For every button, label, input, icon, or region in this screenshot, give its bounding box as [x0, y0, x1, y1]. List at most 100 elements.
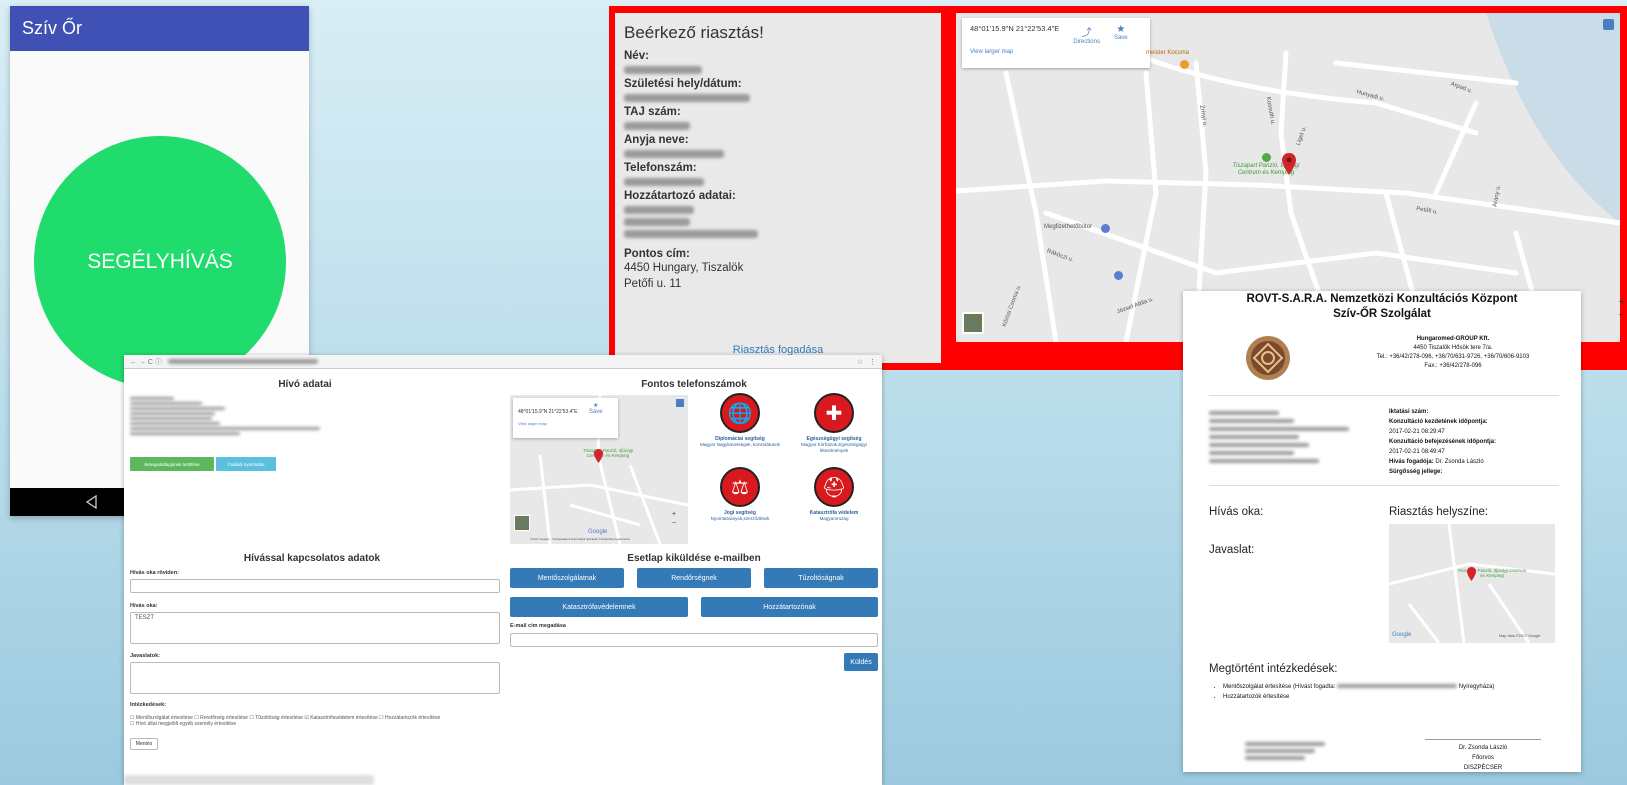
nav-icons[interactable]: ← → C ⓘ — [130, 357, 162, 367]
report-title-1: ROVT-S.A.R.A. Nemzetközi Konzultációs Kö… — [1246, 293, 1518, 305]
bookmark-star-icon[interactable]: ☆ — [857, 358, 863, 366]
app-title: Szív Őr — [22, 18, 83, 38]
start-value: 2017-02-21 08:29:47 — [1389, 429, 1445, 435]
zoom-controls[interactable]: + − — [1617, 296, 1627, 322]
suggestions-label: Javaslatok: — [130, 653, 160, 659]
satellite-toggle[interactable] — [514, 515, 530, 531]
email-relative-button[interactable]: Hozzátartozónak — [701, 597, 878, 617]
dispatcher-browser-window: ← → C ⓘ ☆ ⋮ Hívó adatai Betegadatlapjána… — [124, 355, 882, 785]
menu-icon[interactable]: ⋮ — [869, 358, 876, 366]
mother-label: Anyja neve: — [624, 134, 689, 146]
map-info-card: 48°01'15.9"N 21°22'53.4"E ⤴ Directions ★ S… — [962, 18, 1150, 68]
zoom-out-icon[interactable]: − — [672, 519, 676, 528]
name-label: Név: — [624, 50, 649, 62]
redacted-line — [1209, 411, 1279, 415]
report-title-2: Szív-ŐR Szolgálat — [1333, 308, 1431, 320]
zoom-controls[interactable]: + − — [672, 510, 676, 528]
lodging-poi-icon[interactable] — [1262, 153, 1271, 162]
taj-label: TAJ szám: — [624, 106, 681, 118]
poi-panzio[interactable]: Tiszapart Panzió, Ifjúsági Centrum és Ke… — [1221, 163, 1311, 177]
reason-label: Hívás oka: — [130, 603, 158, 609]
redacted-birth — [624, 94, 750, 102]
relatives-checkbox[interactable]: ☐ Hozzátartozók értesítése — [379, 715, 440, 721]
redacted-line — [1209, 427, 1349, 431]
disaster-checkbox[interactable]: ☑ Katasztrófavédelem értesítése — [304, 715, 377, 721]
pegman-icon[interactable] — [1603, 19, 1614, 30]
medical-help-link[interactable]: ✚ Egészségügyi segítség Magyar Kórházak,… — [792, 393, 876, 454]
redacted-line — [1209, 451, 1294, 455]
map-coordinates: 48°01'15.9"N 21°22'53.4"E — [970, 24, 1060, 33]
save-button[interactable]: ★ Save — [1114, 24, 1128, 41]
view-larger-map-link[interactable]: View larger map — [970, 49, 1142, 55]
other-person-checkbox[interactable]: ☐ Hívó által megjelölt egyéb személy ért… — [130, 721, 236, 727]
location-pin-icon[interactable] — [594, 449, 603, 463]
poi-kocsma[interactable]: meister Kocsma — [1146, 50, 1189, 56]
shop-poi-icon[interactable] — [1101, 224, 1110, 233]
company-fax: Fax.: +36/42/278-096 — [1424, 363, 1482, 369]
alarm-heading: Beérkező riasztás! — [624, 23, 764, 42]
medical-cross-icon: ✚ — [814, 393, 854, 433]
redacted-receiver — [1337, 684, 1458, 688]
zoom-in-icon[interactable]: + — [672, 510, 676, 519]
save-form-button[interactable]: Mentés — [130, 738, 158, 750]
save-button[interactable]: ★ Save — [589, 402, 603, 415]
service-subtitle: Magyarország — [819, 516, 849, 521]
disaster-protection-link[interactable]: ⛑ Katasztrófa védelem Magyarország — [792, 467, 876, 522]
redacted-phone — [624, 178, 704, 186]
signer-name: Dr. Zsonda László — [1458, 745, 1508, 751]
fire-checkbox[interactable]: ☐ Tűzoltóság értesítése — [249, 715, 303, 721]
signature-block: Dr. Zsonda László Főorvos DISZPÉCSER — [1425, 739, 1541, 772]
family-print-button[interactable]: Családi nyomtatás — [216, 457, 276, 471]
map-data-credit: Map data ©2017 Google — [1499, 634, 1541, 638]
caller-data-list — [130, 395, 320, 437]
directions-icon: ⤴ — [1081, 28, 1092, 39]
redacted-line — [1245, 742, 1325, 746]
email-ambulance-button[interactable]: Mentőszolgálatnak — [510, 568, 624, 588]
email-input[interactable] — [510, 633, 878, 647]
suggestions-textarea[interactable] — [130, 662, 500, 694]
redacted-relative-3 — [624, 230, 758, 238]
map-streets — [1389, 524, 1555, 643]
suggestion-heading: Javaslat: — [1209, 544, 1255, 556]
back-icon[interactable] — [85, 495, 99, 509]
call-data-title: Hívással kapcsolatos adatok — [243, 553, 381, 564]
directions-button[interactable]: ⤴ Directions — [1073, 24, 1100, 45]
view-larger-map-link[interactable]: View larger map — [518, 421, 613, 426]
poi-megfizet[interactable]: Megfizethetőbútor — [1044, 224, 1092, 230]
legal-help-link[interactable]: ⚖ Jogi segítség Nyomtatványok,szerződése… — [698, 467, 782, 522]
email-disaster-button[interactable]: Katasztrófavédelemnek — [510, 597, 688, 617]
company-block: Hungaromed-GROUP Kft. 4450 Tiszalök Hősö… — [1333, 335, 1573, 371]
download-patient-sheet-button[interactable]: Betegadatlapjának letöltése — [130, 457, 214, 471]
pegman-icon[interactable] — [676, 399, 684, 407]
poi-panzio[interactable]: Tiszapart Panzió, Ifjúsági Centrum és Ke… — [578, 448, 638, 458]
measure-item: Hozzátartozók értesítése — [1223, 692, 1563, 702]
reason-short-input[interactable] — [130, 579, 500, 593]
send-button[interactable]: Küldés — [844, 653, 878, 671]
email-police-button[interactable]: Rendőrségnek — [637, 568, 751, 588]
redacted-caller-line — [130, 397, 174, 400]
receiver-value: Dr. Zsonda László — [1435, 459, 1484, 465]
location-pin-icon[interactable] — [1282, 153, 1296, 175]
measures-list: Mentőszolgálat értesítése (Hívást fogadt… — [1223, 682, 1563, 702]
redacted-taj — [624, 122, 690, 130]
dispatcher-map[interactable]: 48°01'15.9"N 21°22'53.4"E ★ Save View lar… — [510, 395, 688, 544]
zoom-out-icon[interactable]: − — [1617, 309, 1627, 322]
consultation-report: ROVT-S.A.R.A. Nemzetközi Konzultációs Kö… — [1183, 291, 1581, 772]
birth-label: Születési hely/dátum: — [624, 78, 742, 90]
scales-icon: ⚖ — [720, 467, 760, 507]
satellite-toggle[interactable] — [962, 312, 984, 334]
redacted-line — [1245, 749, 1315, 753]
redacted-bottom-bar — [124, 775, 374, 785]
food-poi-icon[interactable] — [1180, 60, 1189, 69]
zoom-in-icon[interactable]: + — [1617, 296, 1627, 309]
email-fire-button[interactable]: Tűzoltóságnak — [764, 568, 878, 588]
browser-url-bar[interactable]: ← → C ⓘ ☆ ⋮ — [124, 355, 882, 369]
diplomatic-help-link[interactable]: 🌐 Diplomáciai segítség Magyar Nagykövets… — [698, 393, 782, 448]
poi-icon[interactable] — [1114, 271, 1123, 280]
emergency-call-button[interactable]: SEGÉLYHÍVÁS — [34, 136, 286, 388]
disaster-shield-icon: ⛑ — [814, 467, 854, 507]
email-label: E-mail cím megadása — [510, 623, 566, 629]
reason-textarea[interactable]: TESZT — [130, 612, 500, 644]
address-label: Pontos cím: — [624, 248, 690, 260]
report-map: Tiszapart Panzió, Ifjúsági Centrum és Ke… — [1389, 524, 1555, 643]
